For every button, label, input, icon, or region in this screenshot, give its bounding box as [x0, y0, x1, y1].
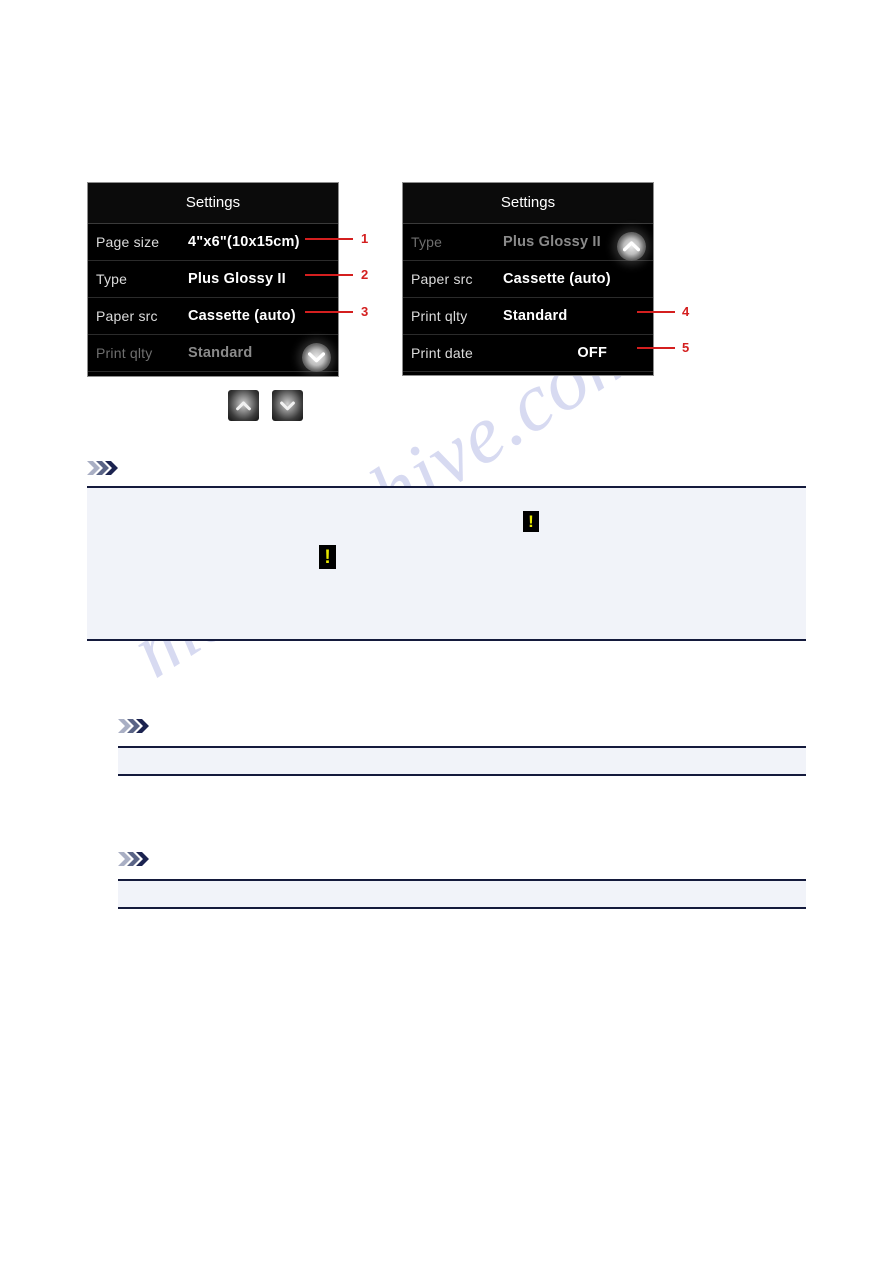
- callout-number-5: 5: [682, 340, 690, 355]
- callout-leader-line-4: [637, 311, 675, 313]
- setting-label: Print date: [411, 345, 473, 361]
- note-header: [118, 849, 806, 869]
- triple-chevron-icon: [118, 850, 154, 868]
- screen-2-rows: Type Plus Glossy II Paper src Cassette (…: [403, 224, 653, 372]
- setting-label: Type: [96, 271, 128, 287]
- setting-row-paper-src[interactable]: Paper src Cassette (auto): [403, 261, 653, 298]
- setting-row-print-qlty[interactable]: Print qlty Standard: [403, 298, 653, 335]
- setting-row-type[interactable]: Type Plus Glossy II: [88, 261, 338, 298]
- note-body: [118, 746, 806, 776]
- callout-leader-line-1: [305, 238, 353, 240]
- setting-label: Print qlty: [96, 345, 153, 361]
- setting-row-type[interactable]: Type Plus Glossy II: [403, 224, 653, 261]
- triple-chevron-icon: [87, 459, 123, 477]
- setting-value: Cassette (auto): [503, 271, 611, 287]
- note-block-1: ! !: [87, 458, 806, 641]
- callout-number-2: 2: [361, 267, 369, 282]
- note-block-3: [118, 849, 806, 909]
- setting-label: Paper src: [96, 308, 158, 324]
- callout-leader-line-3: [305, 311, 353, 313]
- setting-row-print-date[interactable]: Print date OFF: [403, 335, 653, 372]
- scroll-buttons-group: [228, 390, 303, 421]
- chevron-down-icon: [280, 401, 295, 411]
- callout-leader-line-5: [637, 347, 675, 349]
- chevron-up-icon: [236, 401, 251, 411]
- setting-row-paper-src[interactable]: Paper src Cassette (auto): [88, 298, 338, 335]
- callout-number-1: 1: [361, 231, 369, 246]
- screen-1-title: Settings: [88, 183, 338, 224]
- up-button[interactable]: [228, 390, 259, 421]
- setting-value: Standard: [503, 308, 568, 324]
- chevron-up-icon[interactable]: [617, 232, 646, 261]
- setting-label: Print qlty: [411, 308, 468, 324]
- callout-number-4: 4: [682, 304, 690, 319]
- note-header: [118, 716, 806, 736]
- note-body: ! !: [87, 486, 806, 641]
- setting-label: Type: [411, 234, 443, 250]
- screen-1-rows: Page size 4"x6"(10x15cm) Type Plus Gloss…: [88, 224, 338, 372]
- warning-icon: !: [523, 511, 539, 532]
- setting-label: Page size: [96, 234, 160, 250]
- setting-label: Paper src: [411, 271, 473, 287]
- callout-number-3: 3: [361, 304, 369, 319]
- settings-screen-1: Settings Page size 4"x6"(10x15cm) Type P…: [87, 182, 339, 377]
- note-body: [118, 879, 806, 909]
- chevron-down-icon[interactable]: [302, 343, 331, 372]
- setting-row-page-size[interactable]: Page size 4"x6"(10x15cm): [88, 224, 338, 261]
- note-block-2: [118, 716, 806, 776]
- down-button[interactable]: [272, 390, 303, 421]
- triple-chevron-icon: [118, 717, 154, 735]
- settings-screen-2: Settings Type Plus Glossy II Paper src C…: [402, 182, 654, 376]
- screen-2-title: Settings: [403, 183, 653, 224]
- setting-row-print-qlty[interactable]: Print qlty Standard: [88, 335, 338, 372]
- note-header: [87, 458, 806, 478]
- callout-leader-line-2: [305, 274, 353, 276]
- warning-icon: !: [319, 545, 336, 569]
- setting-value: 4"x6"(10x15cm): [188, 234, 300, 250]
- setting-value: OFF: [577, 345, 607, 361]
